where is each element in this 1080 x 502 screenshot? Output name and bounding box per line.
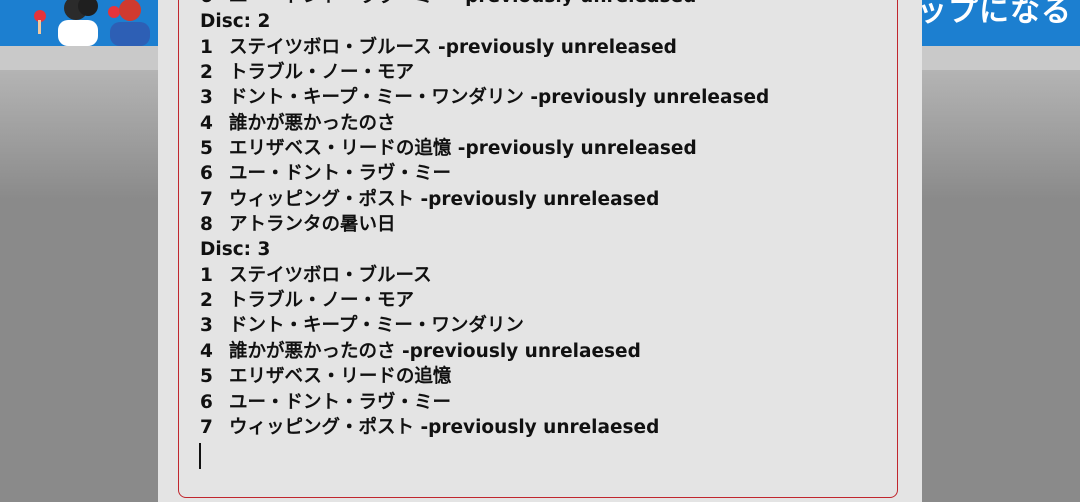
track-title: エリザベス・リードの追憶 -previously unreleased xyxy=(229,138,697,160)
banner-text: ップになる xyxy=(917,0,1072,29)
track-number: 2 xyxy=(200,290,213,312)
track-title: トラブル・ノー・モア xyxy=(229,290,415,312)
track-number: 5 xyxy=(200,366,213,388)
track-line: 2 トラブル・ノー・モア xyxy=(200,288,890,313)
track-line: 7 ウィッピング・ポスト -previously unreleased xyxy=(200,187,890,212)
track-title: ステイツボロ・ブルース -previously unreleased xyxy=(229,36,677,58)
overlay-right xyxy=(922,70,1080,502)
track-number: 6 xyxy=(200,391,213,413)
track-line: 2 トラブル・ノー・モア xyxy=(200,60,890,85)
track-line: 1 ステイツボロ・ブルース -previously unreleased xyxy=(200,35,890,60)
track-title: ステイツボロ・ブルース xyxy=(229,264,432,286)
track-title: ユー・ドント・ラヴ・ミー xyxy=(229,391,452,413)
disc-heading: Disc: 2 xyxy=(200,9,890,34)
track-number: 3 xyxy=(200,315,213,337)
track-line: 6ユー・ドント・ラヴ・ミー -previously unreleased xyxy=(200,0,890,9)
track-title: ドント・キープ・ミー・ワンダリン xyxy=(229,315,524,337)
track-title: ウィッピング・ポスト -previously unrelaesed xyxy=(229,416,660,438)
track-number: 8 xyxy=(200,214,213,236)
track-line: 6 ユー・ドント・ラヴ・ミー xyxy=(200,390,890,415)
track-line: 6 ユー・ドント・ラヴ・ミー xyxy=(200,161,890,186)
track-number: 4 xyxy=(200,112,213,134)
track-title: トラブル・ノー・モア xyxy=(229,62,415,84)
track-number: 6 xyxy=(200,163,213,185)
track-number: 5 xyxy=(200,138,213,160)
track-line: 5 エリザベス・リードの追憶 -previously unreleased xyxy=(200,136,890,161)
track-title: ドント・キープ・ミー・ワンダリン -previously unreleased xyxy=(229,87,770,109)
track-line: 4 誰かが悪かったのさ xyxy=(200,111,890,136)
track-line: 5 エリザベス・リードの追憶 xyxy=(200,364,890,389)
track-line: 1 ステイツボロ・ブルース xyxy=(200,263,890,288)
overlay-left xyxy=(0,70,158,502)
track-number: 2 xyxy=(200,62,213,84)
banner-illustration-icon xyxy=(34,0,150,46)
track-number: 7 xyxy=(200,416,213,438)
track-number: 3 xyxy=(200,87,213,109)
disc-heading: Disc: 3 xyxy=(200,237,890,262)
track-title: ユー・ドント・ラヴ・ミー -previously unreleased xyxy=(229,0,696,7)
tracklist-text: 6ユー・ドント・ラヴ・ミー -previously unreleasedDisc… xyxy=(200,0,890,440)
track-title: アトランタの暑い日 xyxy=(229,214,396,236)
track-line: 3 ドント・キープ・ミー・ワンダリン -previously unreleased xyxy=(200,85,890,110)
track-number: 7 xyxy=(200,188,213,210)
track-title: ユー・ドント・ラヴ・ミー xyxy=(229,163,452,185)
track-title: 誰かが悪かったのさ xyxy=(229,112,396,134)
disc-label: Disc: 2 xyxy=(200,11,271,33)
track-title: エリザベス・リードの追憶 xyxy=(229,366,452,388)
page: ップになる 6ユー・ドント・ラヴ・ミー -previously unreleas… xyxy=(0,0,1080,502)
track-number: 6 xyxy=(200,0,229,9)
track-title: 誰かが悪かったのさ -previously unrelaesed xyxy=(229,340,641,362)
track-title: ウィッピング・ポスト -previously unreleased xyxy=(229,188,660,210)
track-line: 4 誰かが悪かったのさ -previously unrelaesed xyxy=(200,339,890,364)
text-cursor xyxy=(199,443,201,469)
track-number: 1 xyxy=(200,36,213,58)
track-line: 3 ドント・キープ・ミー・ワンダリン xyxy=(200,313,890,338)
track-number: 4 xyxy=(200,340,213,362)
track-line: 8 アトランタの暑い日 xyxy=(200,212,890,237)
track-number: 1 xyxy=(200,264,213,286)
track-line: 7 ウィッピング・ポスト -previously unrelaesed xyxy=(200,415,890,440)
disc-label: Disc: 3 xyxy=(200,239,271,261)
